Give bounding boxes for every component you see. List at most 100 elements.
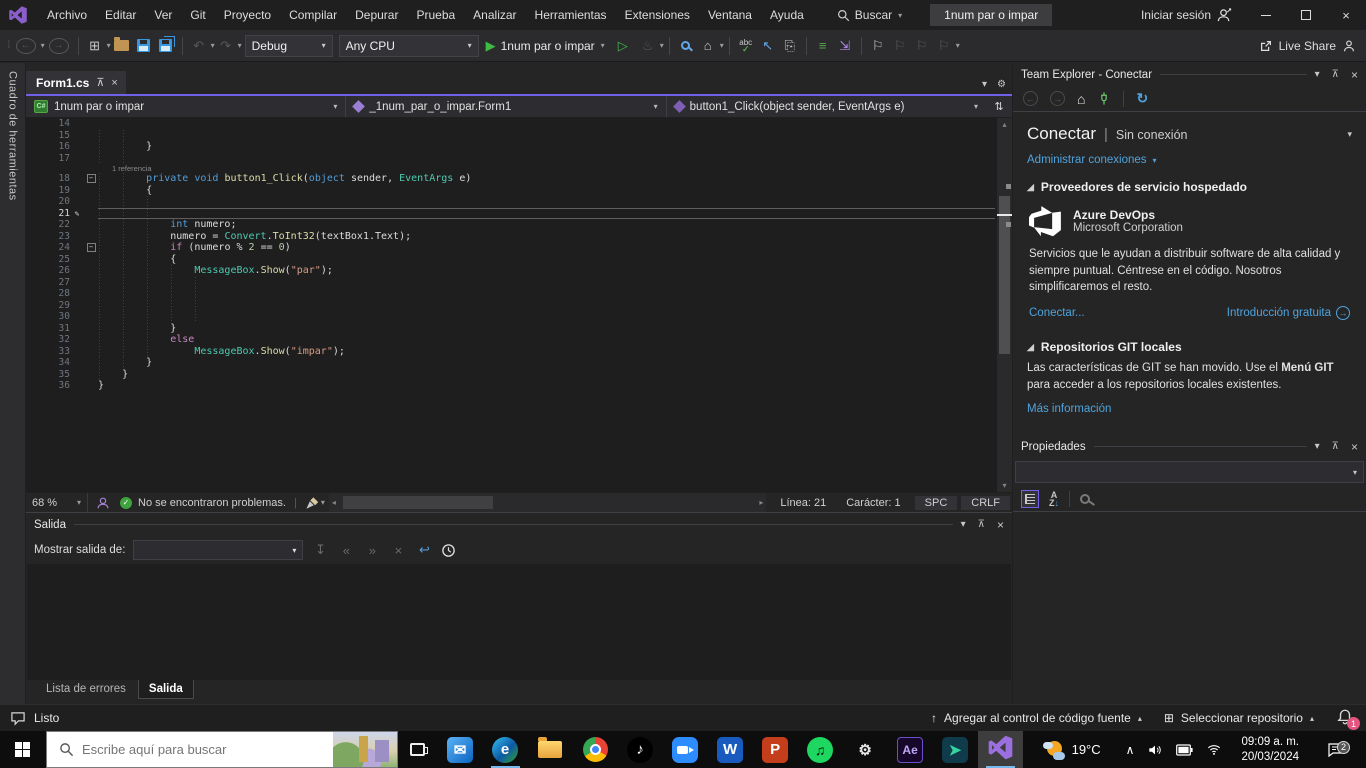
notifications-button[interactable]: 1 xyxy=(1336,708,1360,730)
menu-depurar[interactable]: Depurar xyxy=(346,0,407,30)
previous-bookmark-button[interactable]: ⚐ xyxy=(890,35,910,57)
tray-expand-chevron-icon[interactable]: ∧ xyxy=(1126,743,1135,757)
menu-proyecto[interactable]: Proyecto xyxy=(215,0,280,30)
battery-icon[interactable] xyxy=(1176,743,1194,756)
taskbar-app-visual-studio[interactable] xyxy=(977,731,1023,768)
code-line-27[interactable]: 27 xyxy=(26,276,997,288)
code-line-26[interactable]: 26 MessageBox.Show("par"); xyxy=(26,265,997,277)
property-pages-wrench-icon[interactable] xyxy=(1080,493,1090,504)
tab-output[interactable]: Salida xyxy=(137,680,194,699)
tab-error-list[interactable]: Lista de errores xyxy=(36,680,136,698)
code-line-30[interactable]: 30 xyxy=(26,311,997,323)
minimize-button[interactable] xyxy=(1246,0,1286,30)
connect-plug-icon[interactable] xyxy=(1097,91,1111,106)
manage-connections-link[interactable]: Administrar conexiones ▾ xyxy=(1027,154,1352,166)
scrollbar-thumb[interactable] xyxy=(999,196,1010,354)
live-share-button[interactable]: Live Share xyxy=(1259,39,1356,53)
wifi-icon[interactable] xyxy=(1206,743,1222,756)
output-pin-icon[interactable]: ⊼ xyxy=(978,519,985,530)
code-cleanup-broom-icon[interactable] xyxy=(305,496,320,510)
collapse-messages-icon[interactable]: ↧ xyxy=(311,542,329,558)
next-bookmark-button[interactable]: ⚐ xyxy=(912,35,932,57)
te-menu-caret-icon[interactable]: ▾ xyxy=(1315,69,1320,80)
fold-collapse-icon[interactable]: − xyxy=(86,174,96,184)
clear-all-icon[interactable]: × xyxy=(389,543,407,558)
line-ending-indicator[interactable]: CRLF xyxy=(961,495,1010,510)
taskbar-app-chrome[interactable] xyxy=(573,731,618,768)
column-indicator[interactable]: Carácter: 1 xyxy=(836,497,910,509)
open-file-button[interactable] xyxy=(112,35,132,57)
te-close-icon[interactable]: × xyxy=(1351,68,1358,82)
get-started-link[interactable]: Introducción gratuita xyxy=(1227,307,1331,319)
code-line-32[interactable]: 32 else xyxy=(26,334,997,346)
action-center-button[interactable]: 2 xyxy=(1318,740,1358,758)
code-line-34[interactable]: 34 } xyxy=(26,357,997,369)
props-pin-icon[interactable]: ⊼ xyxy=(1332,441,1339,452)
close-button[interactable]: × xyxy=(1326,0,1366,30)
code-line-17[interactable]: 17 xyxy=(26,152,997,164)
code-line-35[interactable]: 35 } xyxy=(26,368,997,380)
taskbar-search[interactable] xyxy=(45,731,398,768)
taskbar-app-file-explorer[interactable] xyxy=(528,731,573,768)
navigate-back-button[interactable]: ← xyxy=(15,37,36,54)
code-line-29[interactable]: 29 xyxy=(26,299,997,311)
taskbar-app-spotify[interactable]: ♫ xyxy=(798,731,843,768)
search-control[interactable]: Buscar ▾ xyxy=(837,8,902,22)
add-to-source-control-button[interactable]: ↑ Agregar al control de código fuente ▴ xyxy=(931,711,1142,725)
alphabetical-sort-button[interactable]: A Z↓ xyxy=(1049,490,1059,507)
tab-close-icon[interactable]: × xyxy=(111,77,117,89)
start-debugging-button[interactable]: ▶ 1num par o impar ▾ xyxy=(486,38,605,54)
taskbar-app-word[interactable]: W xyxy=(708,731,753,768)
type-dropdown[interactable]: _1num_par_o_impar.Form1 ▾ xyxy=(346,96,667,117)
code-line-36[interactable]: 36} xyxy=(26,380,997,392)
code-line-28[interactable]: 28 xyxy=(26,288,997,300)
editor-options-gear-icon[interactable]: ⚙ xyxy=(997,79,1006,90)
connect-link[interactable]: Conectar... xyxy=(1029,307,1085,319)
more-info-link[interactable]: Más información xyxy=(1027,403,1111,415)
hscrollbar-thumb[interactable] xyxy=(342,496,493,509)
solution-explorer-sync-button[interactable]: ⌂ xyxy=(698,35,718,57)
toggle-bookmark-button[interactable]: ⚐ xyxy=(868,35,888,57)
copy-structure-button[interactable]: ⎘ xyxy=(780,35,800,57)
output-panel-header[interactable]: Salida ▾ ⊼ × xyxy=(26,513,1012,536)
taskbar-app-settings[interactable]: ⚙ xyxy=(843,731,888,768)
comment-lines-button[interactable]: ⇲ xyxy=(835,35,855,57)
horizontal-scrollbar[interactable]: ◂ ▸ xyxy=(328,493,767,512)
code-lens[interactable]: 1 referencia xyxy=(26,164,997,173)
taskbar-app-edge[interactable]: e xyxy=(483,731,528,768)
hosted-providers-section-header[interactable]: ◢ Proveedores de servicio hospedado xyxy=(1027,180,1352,194)
tab-form1cs[interactable]: Form1.cs ⊼ × xyxy=(26,71,126,94)
find-in-files-button[interactable] xyxy=(676,35,696,57)
props-menu-caret-icon[interactable]: ▾ xyxy=(1315,441,1320,452)
solution-configuration-dropdown[interactable]: Debug ▾ xyxy=(244,34,333,57)
scroll-up-icon[interactable]: ▴ xyxy=(997,120,1012,129)
undo-button[interactable]: ↶ xyxy=(189,35,209,57)
menu-ayuda[interactable]: Ayuda xyxy=(761,0,813,30)
redo-button[interactable]: ↷ xyxy=(216,35,236,57)
properties-object-dropdown[interactable]: ▾ xyxy=(1015,461,1364,483)
output-source-dropdown[interactable]: ▾ xyxy=(133,540,304,560)
code-line-18[interactable]: 18− private void button1_Click(object se… xyxy=(26,173,997,185)
taskbar-app-after-effects[interactable]: Ae xyxy=(888,731,933,768)
menu-analizar[interactable]: Analizar xyxy=(464,0,525,30)
select-element-button[interactable]: ↖ xyxy=(758,35,778,57)
code-line-25[interactable]: 25 { xyxy=(26,253,997,265)
vertical-scrollbar[interactable]: ▴ ▾ xyxy=(997,118,1012,492)
te-forward-button[interactable]: → xyxy=(1050,91,1065,106)
next-message-icon[interactable]: » xyxy=(363,543,381,558)
code-line-22[interactable]: 22 int numero; xyxy=(26,219,997,231)
menu-git[interactable]: Git xyxy=(181,0,214,30)
menu-ventana[interactable]: Ventana xyxy=(699,0,761,30)
problems-status[interactable]: No se encontraron problemas. xyxy=(138,497,286,509)
properties-header[interactable]: Propiedades ▾ ⊼ × xyxy=(1013,435,1366,458)
task-view-button[interactable] xyxy=(398,731,438,768)
member-dropdown[interactable]: button1_Click(object sender, EventArgs e… xyxy=(666,96,986,117)
code-editor[interactable]: 14 15 16 } 17 1 referencia 18− private void b… xyxy=(26,118,1012,492)
code-lines[interactable]: 14 15 16 } 17 1 referencia 18− private void b… xyxy=(26,118,997,492)
te-back-button[interactable]: ← xyxy=(1023,91,1038,106)
search-input[interactable] xyxy=(73,742,333,757)
code-line-24[interactable]: 24− if (numero % 2 == 0) xyxy=(26,242,997,254)
code-line-19[interactable]: 19 { xyxy=(26,184,997,196)
pin-icon[interactable]: ⊼ xyxy=(96,76,104,89)
team-explorer-header[interactable]: Team Explorer - Conectar ▾ ⊼ × xyxy=(1013,63,1366,86)
